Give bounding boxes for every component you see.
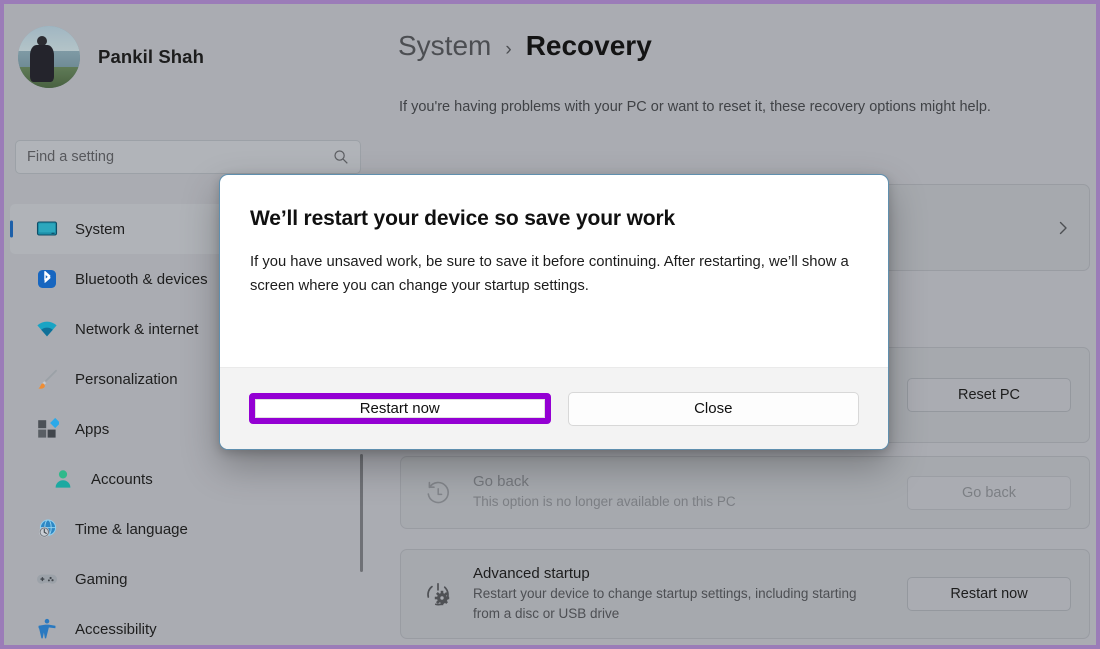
dialog-title: We’ll restart your device so save your w… bbox=[250, 207, 676, 230]
dialog-restart-now-button[interactable]: Restart now bbox=[255, 399, 545, 418]
dialog-footer: Restart now Close bbox=[220, 367, 888, 449]
dialog-message: If you have unsaved work, be sure to sav… bbox=[250, 254, 849, 294]
restart-confirmation-dialog: We’ll restart your device so save your w… bbox=[219, 174, 889, 450]
screenshot-frame: Pankil Shah Find a setting System Blueto… bbox=[0, 0, 1100, 649]
dialog-close-button[interactable]: Close bbox=[567, 391, 859, 426]
restart-now-highlight-annotation: Restart now bbox=[249, 393, 551, 424]
dialog-body: We’ll restart your device so save your w… bbox=[220, 175, 888, 367]
